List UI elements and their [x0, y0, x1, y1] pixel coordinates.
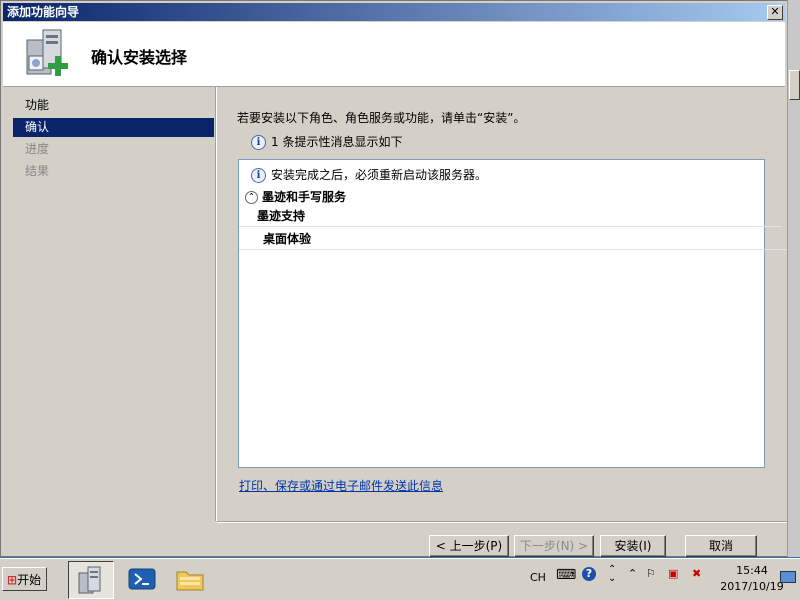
start-button[interactable]: ⊞开始: [2, 567, 47, 591]
step-features[interactable]: 功能: [13, 96, 214, 115]
step-confirm[interactable]: 确认: [13, 118, 214, 137]
selection-list: i 安装完成之后，必须重新启动该服务器。 ⌃ 墨迹和手写服务 墨迹支持 桌面体验: [238, 159, 788, 468]
clock-date: 2017/10/19: [720, 580, 784, 593]
taskbar: ⊞开始 CH ⌨ ? ⌃ ⌄ ⌃ ⚐ ▣ ✖ 15:44 2017/10/19: [0, 558, 800, 600]
explorer-icon: [176, 571, 204, 591]
show-hidden-icons-icon[interactable]: ⌃: [628, 567, 637, 580]
taskbar-server-manager[interactable]: [68, 561, 114, 599]
window-title: 添加功能向导: [7, 5, 80, 19]
title-bar: 添加功能向导 ✕: [3, 3, 785, 21]
step-progress: 进度: [25, 142, 50, 156]
scrollbar[interactable]: [787, 0, 800, 557]
info-summary: i 1 条提示性消息显示如下: [251, 133, 402, 150]
volume-muted-icon[interactable]: ✖: [692, 567, 701, 580]
info-icon: i: [251, 135, 266, 150]
action-center-flag-icon[interactable]: ⚐: [646, 567, 656, 580]
restart-note-text: 安装完成之后，必须重新启动该服务器。: [271, 168, 488, 182]
language-indicator[interactable]: CH: [530, 571, 546, 584]
system-tray: CH ⌨ ? ⌃ ⌄ ⌃ ⚐ ▣ ✖ 15:44 2017/10/19: [524, 561, 798, 597]
next-button: 下一步(N) >: [514, 535, 594, 557]
keyboard-icon[interactable]: ⌨: [556, 567, 576, 583]
add-features-wizard: 添加功能向导 ✕ 确认安装选择 功能 确认 进度 结果 若要安装以下角色、角色服…: [0, 0, 788, 557]
previous-button[interactable]: < 上一步(P): [429, 535, 509, 557]
footer-divider: [217, 521, 787, 523]
step-results: 结果: [25, 164, 50, 178]
collapse-icon[interactable]: ⌃: [245, 191, 258, 204]
clock[interactable]: 15:44 2017/10/19: [720, 563, 784, 595]
info-icon: i: [251, 168, 266, 183]
feature-group-label: 墨迹和手写服务: [262, 190, 347, 204]
close-icon[interactable]: ✕: [767, 5, 783, 20]
info-summary-text: 1 条提示性消息显示如下: [271, 135, 403, 149]
windows-logo-icon: ⊞: [7, 573, 18, 587]
print-save-email-link[interactable]: 打印、保存或通过电子邮件发送此信息: [239, 477, 443, 494]
server-manager-icon: [78, 566, 101, 594]
network-icon[interactable]: ▣: [668, 567, 678, 580]
instruction-text: 若要安装以下角色、角色服务或功能，请单击“安装”。: [237, 111, 526, 125]
help-icon[interactable]: ?: [582, 567, 596, 581]
wizard-steps: 功能 确认 进度 结果: [13, 96, 214, 536]
ime-toggle-icon[interactable]: ⌃ ⌄: [608, 565, 616, 584]
install-button[interactable]: 安装(I): [600, 535, 666, 557]
page-title: 确认安装选择: [91, 48, 188, 67]
list-item: 墨迹支持: [239, 206, 782, 227]
start-label: 开始: [17, 573, 42, 587]
clock-time: 15:44: [736, 564, 768, 577]
taskbar-powershell[interactable]: [120, 561, 164, 597]
scrollbar-thumb[interactable]: [789, 70, 800, 100]
taskbar-explorer[interactable]: [168, 561, 212, 597]
feature-group: ⌃ 墨迹和手写服务: [245, 188, 346, 205]
server-add-icon: [26, 29, 68, 76]
show-desktop-icon[interactable]: [780, 571, 796, 586]
cancel-button[interactable]: 取消: [685, 535, 757, 557]
wizard-header: 确认安装选择: [3, 22, 785, 87]
confirmation-panel: 若要安装以下角色、角色服务或功能，请单击“安装”。 i1 条提示性消息显示如下 …: [217, 87, 788, 521]
restart-note: i 安装完成之后，必须重新启动该服务器。: [251, 166, 487, 183]
list-item: 桌面体验: [239, 229, 788, 250]
powershell-icon: [128, 568, 156, 590]
